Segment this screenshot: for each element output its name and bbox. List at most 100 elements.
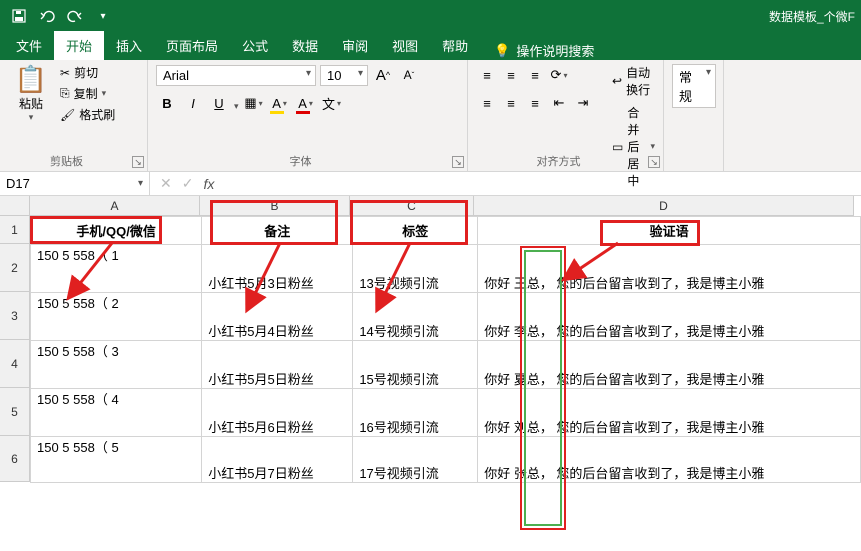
align-right-button[interactable]: ≡ <box>524 92 546 114</box>
cell[interactable]: 小红书5月3日粉丝 <box>202 245 353 293</box>
tab-view[interactable]: 视图 <box>380 31 430 60</box>
ribbon-group-font: Arial 10 A^ Aˇ B I U ▾ ▦ A A 文 字体 ↘ <box>148 60 468 171</box>
cell[interactable]: 15号视频引流 <box>353 341 478 389</box>
underline-button[interactable]: U <box>208 92 230 114</box>
font-color-button[interactable]: A <box>295 92 317 114</box>
column-header[interactable]: B <box>200 196 350 216</box>
cell[interactable]: 标签 <box>353 217 478 245</box>
alignment-group-label: 对齐方式 <box>468 153 649 169</box>
name-box[interactable]: D17 ▾ <box>0 172 150 195</box>
cell[interactable]: 150 5 558（ 2 <box>31 293 202 341</box>
formula-bar: D17 ▾ ✕ ✓ fx <box>0 172 861 196</box>
row-header[interactable]: 5 <box>0 388 30 436</box>
lightbulb-icon: 💡 <box>494 43 510 59</box>
paste-icon: 📋 <box>15 64 47 95</box>
row-header[interactable]: 1 <box>0 216 30 244</box>
italic-button[interactable]: I <box>182 92 204 114</box>
title-bar: ▾ 数据模板_个微F <box>0 0 861 32</box>
align-middle-button[interactable]: ≡ <box>500 64 522 86</box>
format-painter-button[interactable]: 🖌格式刷 <box>60 106 115 123</box>
decrease-indent-button[interactable]: ⇤ <box>548 92 570 114</box>
tab-page-layout[interactable]: 页面布局 <box>154 31 230 60</box>
copy-icon: ⎘ <box>60 86 70 101</box>
cell[interactable]: 小红书5月4日粉丝 <box>202 293 353 341</box>
align-bottom-button[interactable]: ≡ <box>524 64 546 86</box>
row-header[interactable]: 3 <box>0 292 30 340</box>
select-all-button[interactable] <box>0 196 30 216</box>
font-name-combo[interactable]: Arial <box>156 65 316 86</box>
copy-button[interactable]: ⎘复制▾ <box>60 85 115 102</box>
cell[interactable]: 小红书5月5日粉丝 <box>202 341 353 389</box>
cell[interactable]: 验证语 <box>478 217 861 245</box>
cell[interactable]: 你好 刘总， 您的后台留言收到了，我是博主小雅 <box>478 389 861 437</box>
row-header[interactable]: 2 <box>0 244 30 292</box>
column-header[interactable]: C <box>350 196 474 216</box>
undo-button[interactable] <box>34 4 60 28</box>
cell[interactable]: 你好 夏总， 您的后台留言收到了，我是博主小雅 <box>478 341 861 389</box>
quick-access-toolbar: ▾ <box>6 4 116 28</box>
tab-data[interactable]: 数据 <box>280 31 330 60</box>
cell[interactable]: 备注 <box>202 217 353 245</box>
cell[interactable]: 你好 张总， 您的后台留言收到了，我是博主小雅 <box>478 437 861 483</box>
increase-font-button[interactable]: A^ <box>372 64 394 86</box>
font-dialog-launcher[interactable]: ↘ <box>452 156 464 168</box>
border-button[interactable]: ▦ <box>243 92 265 114</box>
accept-formula-button[interactable]: ✓ <box>182 175 194 192</box>
cell[interactable]: 13号视频引流 <box>353 245 478 293</box>
row-header[interactable]: 6 <box>0 436 30 482</box>
cell[interactable]: 150 5 558（ 3 <box>31 341 202 389</box>
fill-color-button[interactable]: A <box>269 92 291 114</box>
cell[interactable]: 14号视频引流 <box>353 293 478 341</box>
orientation-button[interactable]: ⟳ <box>548 64 570 86</box>
save-button[interactable] <box>6 4 32 28</box>
scissors-icon: ✂ <box>60 66 70 80</box>
tab-formulas[interactable]: 公式 <box>230 31 280 60</box>
wrap-icon: ↩ <box>612 74 622 88</box>
brush-icon: 🖌 <box>60 108 75 122</box>
tab-file[interactable]: 文件 <box>4 31 54 60</box>
tab-help[interactable]: 帮助 <box>430 31 480 60</box>
align-top-button[interactable]: ≡ <box>476 64 498 86</box>
row-header[interactable]: 4 <box>0 340 30 388</box>
clipboard-dialog-launcher[interactable]: ↘ <box>132 156 144 168</box>
font-size-combo[interactable]: 10 <box>320 65 368 86</box>
column-header[interactable]: A <box>30 196 200 216</box>
decrease-font-button[interactable]: Aˇ <box>398 64 420 86</box>
align-center-button[interactable]: ≡ <box>500 92 522 114</box>
cell[interactable]: 17号视频引流 <box>353 437 478 483</box>
number-format-combo[interactable]: 常规 <box>672 64 716 108</box>
tab-review[interactable]: 审阅 <box>330 31 380 60</box>
merge-icon: ▭ <box>612 140 623 154</box>
cut-button[interactable]: ✂剪切 <box>60 64 115 81</box>
align-left-button[interactable]: ≡ <box>476 92 498 114</box>
cell[interactable]: 你好 王总， 您的后台留言收到了，我是博主小雅 <box>478 245 861 293</box>
insert-function-button[interactable]: fx <box>203 176 214 192</box>
cell[interactable]: 你好 李总， 您的后台留言收到了，我是博主小雅 <box>478 293 861 341</box>
wrap-text-button[interactable]: ↩自动换行 <box>612 64 655 98</box>
tell-me-search[interactable]: 💡 操作说明搜索 <box>488 41 600 60</box>
cell[interactable]: 手机/QQ/微信 <box>31 217 202 245</box>
cell[interactable]: 小红书5月6日粉丝 <box>202 389 353 437</box>
cell[interactable]: 16号视频引流 <box>353 389 478 437</box>
tab-home[interactable]: 开始 <box>54 31 104 60</box>
phonetic-button[interactable]: 文 <box>321 92 343 114</box>
cell[interactable]: 150 5 558（ 1 <box>31 245 202 293</box>
merge-center-button[interactable]: ▭合并后居中▾ <box>612 104 655 189</box>
ribbon-group-alignment: ≡ ≡ ≡ ⟳ ≡ ≡ ≡ ⇤ ⇥ ↩自动换行 ▭合并后居中▾ 对齐方式 ↘ <box>468 60 664 171</box>
cell[interactable]: 150 5 558（ 4 <box>31 389 202 437</box>
bold-button[interactable]: B <box>156 92 178 114</box>
qat-customize-button[interactable]: ▾ <box>90 4 116 28</box>
cancel-formula-button[interactable]: ✕ <box>160 175 172 192</box>
ribbon-tab-strip: 文件 开始 插入 页面布局 公式 数据 审阅 视图 帮助 💡 操作说明搜索 <box>0 32 861 60</box>
alignment-dialog-launcher[interactable]: ↘ <box>648 156 660 168</box>
name-box-value: D17 <box>6 176 30 191</box>
ribbon-group-number: 常规 <box>664 60 724 171</box>
name-box-dropdown[interactable]: ▾ <box>138 178 143 189</box>
chevron-down-icon: ▾ <box>29 112 34 123</box>
increase-indent-button[interactable]: ⇥ <box>572 92 594 114</box>
cell[interactable]: 150 5 558（ 5 <box>31 437 202 483</box>
cell[interactable]: 小红书5月7日粉丝 <box>202 437 353 483</box>
column-header[interactable]: D <box>474 196 854 216</box>
tab-insert[interactable]: 插入 <box>104 31 154 60</box>
redo-button[interactable] <box>62 4 88 28</box>
